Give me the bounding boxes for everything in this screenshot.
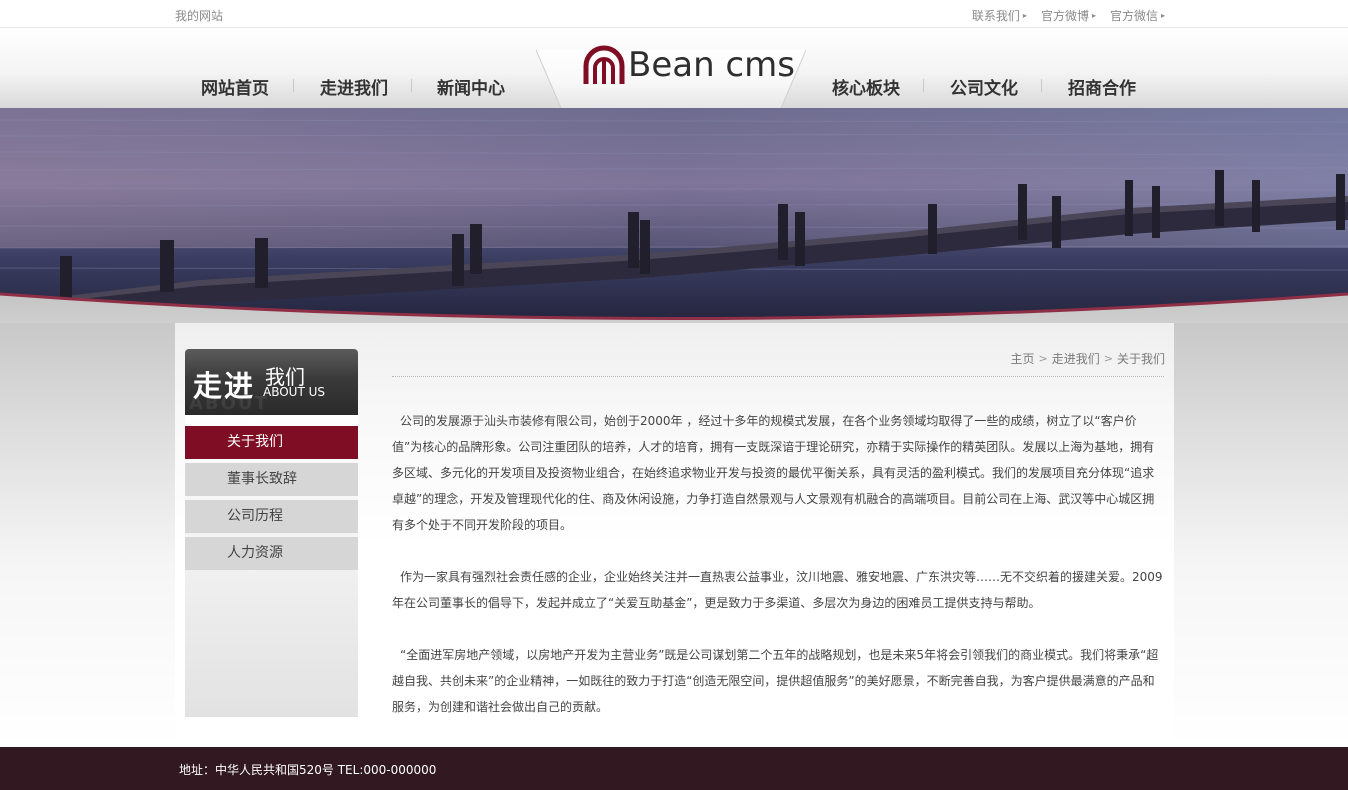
breadcrumb-home[interactable]: 主页 xyxy=(1011,350,1035,367)
nav-about[interactable]: 走进我们 xyxy=(320,74,388,99)
site-name[interactable]: 我的网站 xyxy=(175,7,223,24)
nav-divider xyxy=(1041,79,1042,92)
breadcrumb-separator: > xyxy=(1103,352,1113,365)
nav-home[interactable]: 网站首页 xyxy=(201,74,269,99)
article-paragraph: 公司的发展源于汕头市装修有限公司，始创于2000年 ，经过十多年的规模式发展，在… xyxy=(392,414,1155,532)
nav-divider xyxy=(293,79,294,92)
article-paragraph: “全面进军房地产领域，以房地产开发为主营业务”既是公司谋划第二个五年的战略规划，… xyxy=(392,648,1159,714)
official-weibo-link[interactable]: 官方微博 ▸ xyxy=(1041,7,1096,24)
contact-us-label: 联系我们 xyxy=(971,9,1020,23)
top-links: 联系我们 ▸ 官方微博 ▸ 官方微信 ▸ xyxy=(972,7,1165,24)
caret-right-icon: ▸ xyxy=(1022,11,1027,20)
sidebar-item-company-history[interactable]: 公司历程 xyxy=(185,500,358,533)
nav-divider xyxy=(923,79,924,92)
official-weibo-label: 官方微博 xyxy=(1040,9,1089,23)
main-nav: 网站首页 走进我们 新闻中心 核心板块 公司文化 招商合作 xyxy=(0,74,1348,99)
footer-address: 地址：中华人民共和国520号 TEL:000-000000 xyxy=(179,763,437,777)
sidebar-title: ABOUT 走进 我们 ABOUT US xyxy=(185,349,358,415)
site-footer: 地址：中华人民共和国520号 TEL:000-000000 xyxy=(0,747,1348,790)
nav-news[interactable]: 新闻中心 xyxy=(437,74,505,99)
contact-us-link[interactable]: 联系我们 ▸ xyxy=(972,7,1027,24)
nav-divider xyxy=(411,79,412,92)
lake-pier-image xyxy=(0,108,1348,323)
caret-right-icon: ▸ xyxy=(1160,11,1165,20)
breadcrumb-divider xyxy=(392,376,1164,377)
breadcrumb: 主页 > 走进我们 > 关于我们 xyxy=(1011,350,1165,367)
caret-right-icon: ▸ xyxy=(1091,11,1096,20)
breadcrumb-separator: > xyxy=(1038,352,1048,365)
hero-banner xyxy=(0,108,1348,323)
sidebar-item-chairman-speech[interactable]: 董事长致辞 xyxy=(185,463,358,496)
nav-core[interactable]: 核心板块 xyxy=(832,74,900,99)
breadcrumb-about[interactable]: 走进我们 xyxy=(1052,350,1100,367)
sidebar-title-en: ABOUT US xyxy=(263,385,326,399)
official-wechat-label: 官方微信 xyxy=(1109,9,1158,23)
sidebar-title-big: 走进 xyxy=(193,369,256,403)
official-wechat-link[interactable]: 官方微信 ▸ xyxy=(1110,7,1165,24)
sidebar-item-human-resources[interactable]: 人力资源 xyxy=(185,537,358,570)
article-body: 公司的发展源于汕头市装修有限公司，始创于2000年 ，经过十多年的规模式发展，在… xyxy=(392,408,1166,746)
site-header: Bean cms 网站首页 走进我们 新闻中心 核心板块 公司文化 招商合作 xyxy=(0,28,1348,108)
top-bar: 我的网站 联系我们 ▸ 官方微博 ▸ 官方微信 ▸ xyxy=(0,0,1348,28)
nav-investment[interactable]: 招商合作 xyxy=(1068,74,1136,99)
sidebar-item-about-us[interactable]: 关于我们 xyxy=(185,426,358,459)
article-paragraph: 作为一家具有强烈社会责任感的企业，企业始终关注并一直热衷公益事业，汶川地震、雅安… xyxy=(392,570,1163,610)
breadcrumb-current: 关于我们 xyxy=(1116,352,1165,366)
nav-culture[interactable]: 公司文化 xyxy=(950,74,1018,99)
